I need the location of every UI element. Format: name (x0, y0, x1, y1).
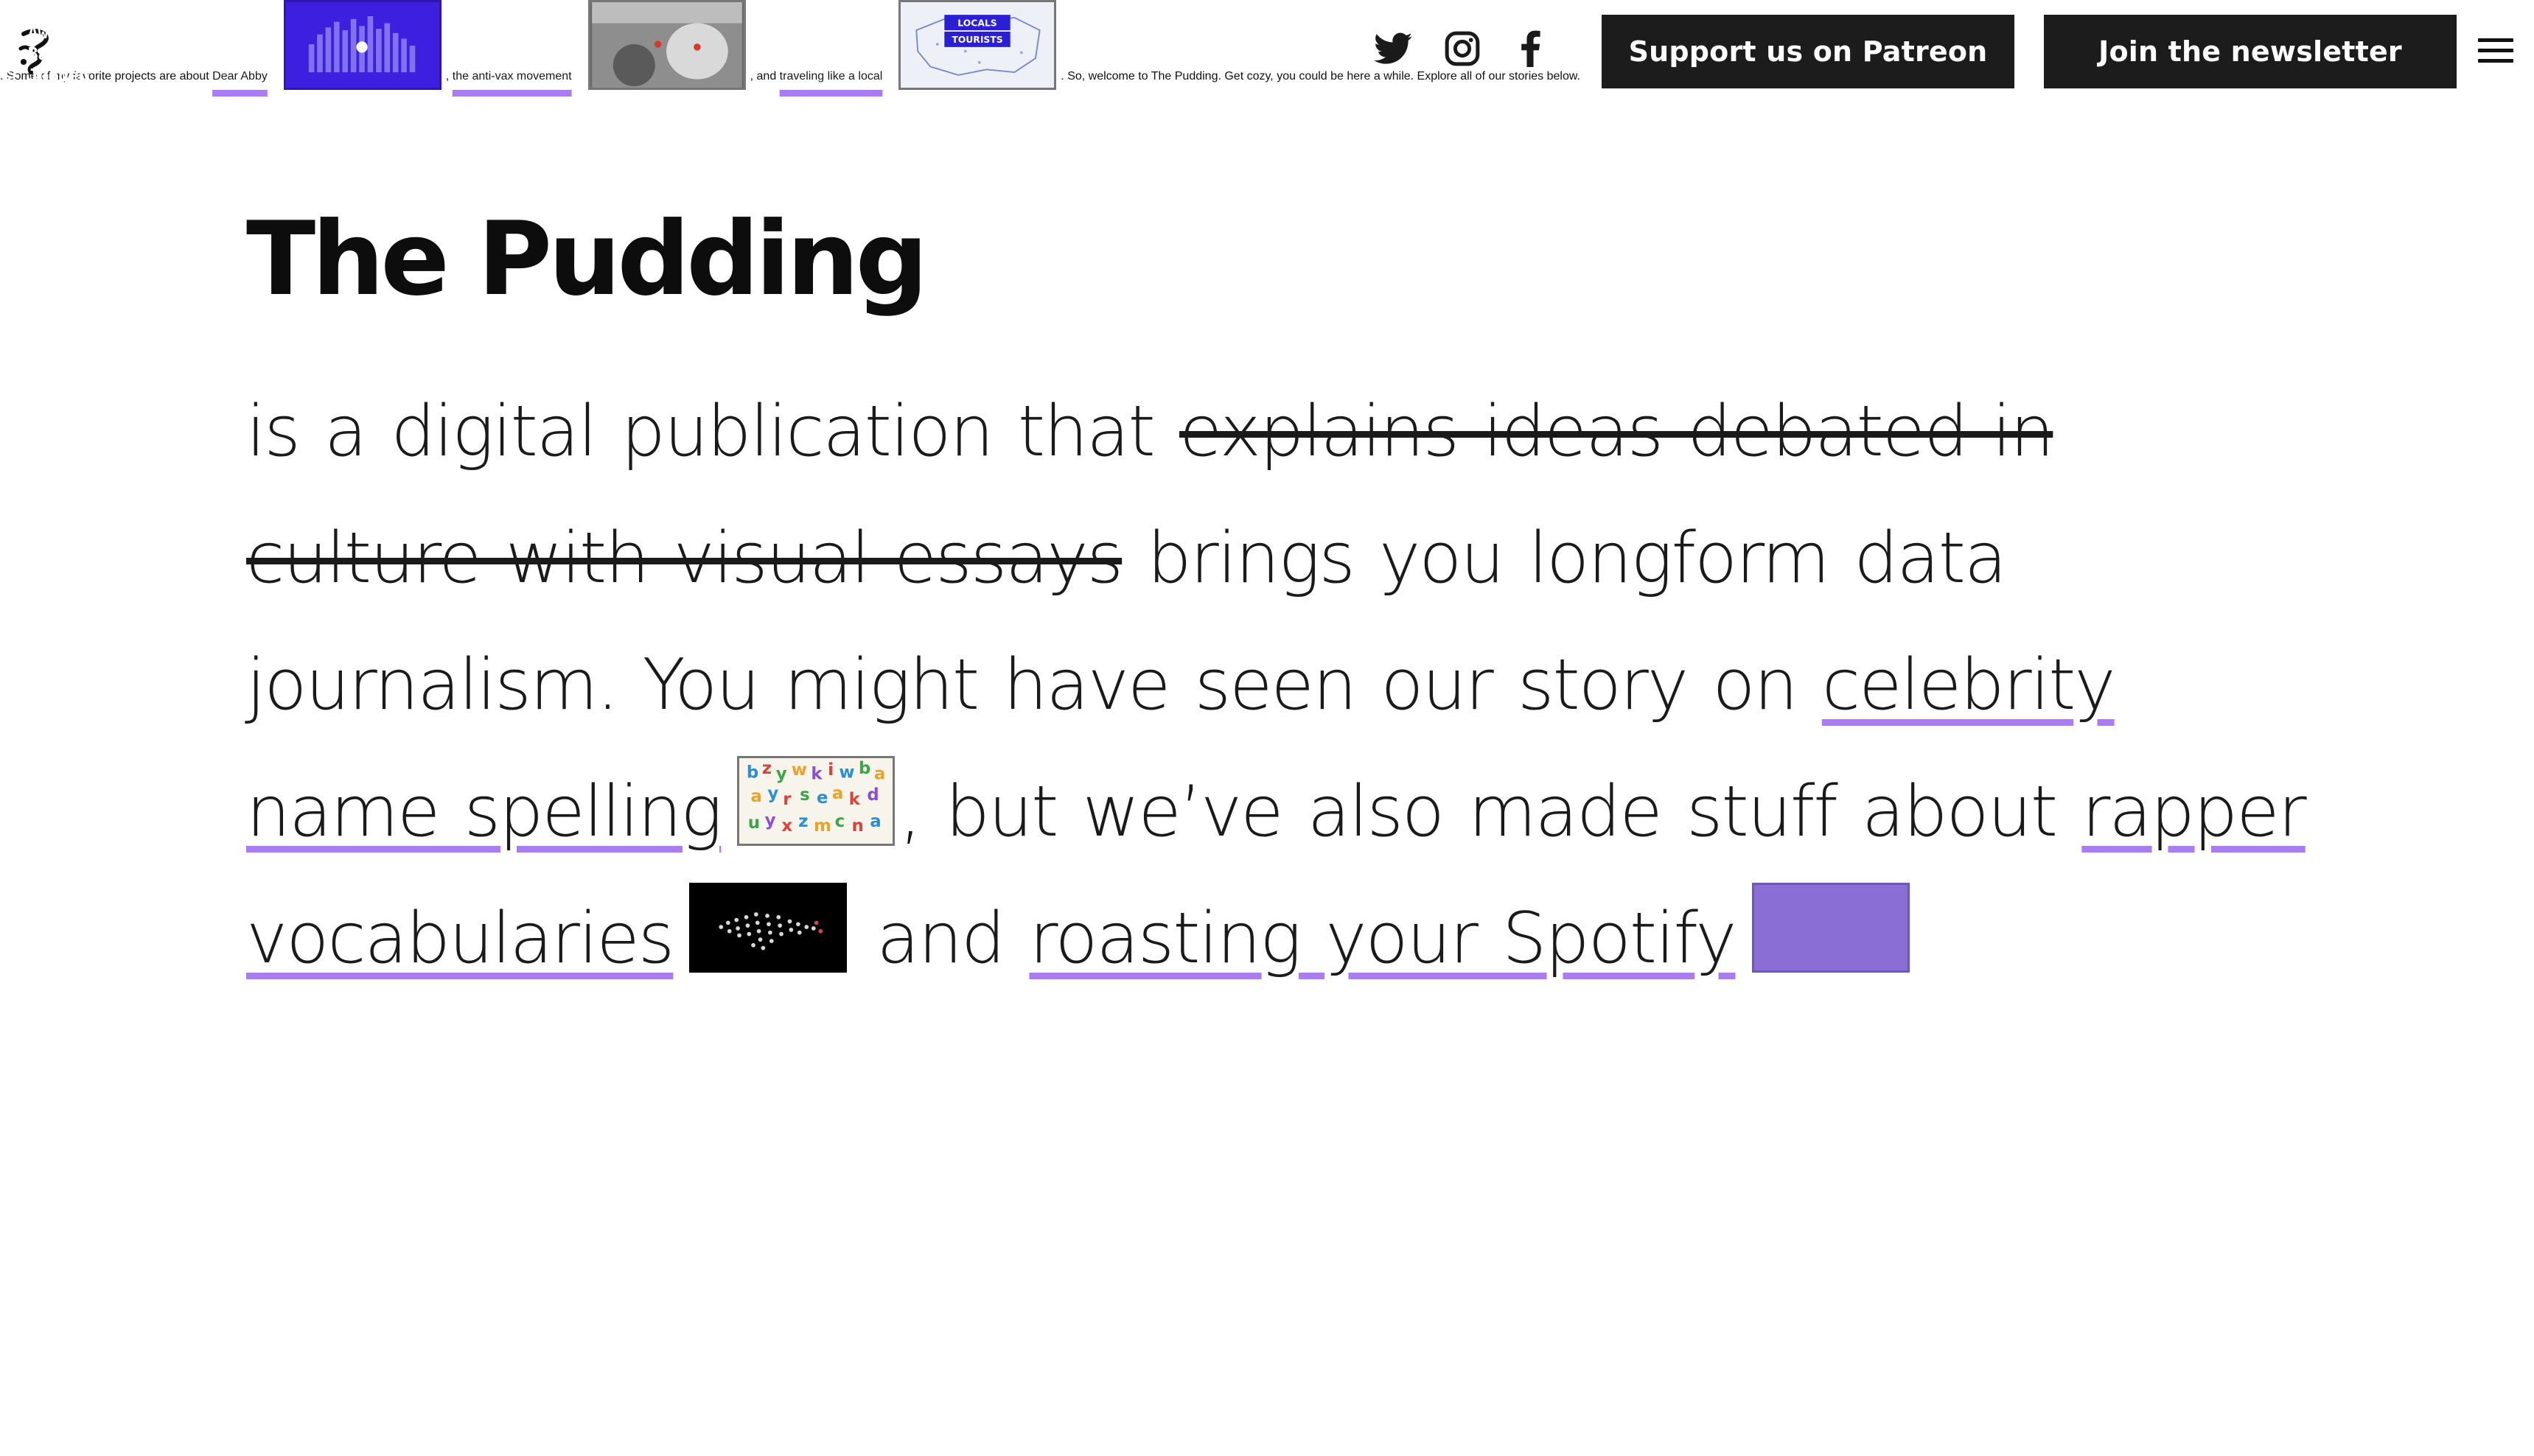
us-map-signs-image: LOCALS TOURISTS (915, 15, 1041, 76)
intro-paragraph: is a digital publication that explains i… (246, 368, 2310, 1002)
rapper-vocabularies-thumbnail[interactable] (689, 883, 848, 973)
traveling-local-thumbnail[interactable]: LOCALS TOURISTS (898, 0, 1057, 90)
svg-text:n: n (852, 816, 863, 836)
svg-text:u: u (748, 813, 759, 833)
svg-text:a: a (832, 784, 842, 803)
svg-text:w: w (792, 760, 807, 780)
join-newsletter-button[interactable]: Join the newsletter (2044, 15, 2457, 88)
instagram-link[interactable] (1440, 28, 1484, 69)
instagram-icon (1445, 31, 1480, 66)
story-link-anti-vax[interactable]: the anti-vax movement (453, 70, 572, 83)
dear-abby-thumbnail[interactable] (283, 0, 441, 90)
hamburger-menu-icon[interactable] (2478, 38, 2513, 68)
terminal-lines: > Bad > Awful > Basic > Judged (7, 2, 89, 85)
svg-text:x: x (782, 816, 793, 836)
intro-text: and (876, 898, 1006, 979)
svg-text:w: w (840, 763, 855, 783)
intro-text: , but we’ve also made stuff about (899, 771, 2058, 853)
svg-text:m: m (814, 816, 830, 836)
anti-vax-thumbnail[interactable] (587, 0, 746, 90)
colorful-letters-image: bzy wki wba ayr sea kd uyx zmc na (747, 759, 886, 836)
page-title: The Pudding (246, 200, 928, 318)
celebrity-names-thumbnail[interactable]: bzy wki wba ayr sea kd uyx zmc na (737, 756, 896, 846)
letters-stack-image (308, 16, 416, 73)
svg-text:k: k (849, 790, 861, 809)
svg-text:s: s (800, 785, 809, 805)
svg-text:LOCALS: LOCALS (958, 18, 997, 28)
svg-text:d: d (868, 785, 879, 805)
svg-text:a: a (751, 787, 761, 806)
intro-text: is a digital publication that (246, 391, 1156, 472)
svg-text:b: b (747, 763, 758, 783)
svg-text:r: r (783, 790, 792, 809)
svg-text:z: z (798, 812, 808, 831)
svg-text:b: b (859, 759, 870, 778)
support-patreon-button[interactable]: Support us on Patreon (1602, 15, 2014, 88)
story-link-traveling-local[interactable]: traveling like a local (780, 70, 883, 83)
svg-text:a: a (874, 765, 884, 784)
twitter-link[interactable] (1371, 28, 1415, 69)
rapper-dots-image (719, 912, 823, 951)
spotify-roast-thumbnail[interactable] (1751, 883, 1910, 973)
svg-text:a: a (870, 812, 880, 831)
intro-text: . So, welcome to The Pudding. Get cozy, … (1061, 70, 1580, 83)
facebook-icon (1521, 30, 1540, 67)
svg-text:c: c (835, 812, 844, 831)
story-link-roasting-spotify[interactable]: roasting your Spotify (1029, 898, 1737, 979)
svg-text:y: y (768, 784, 779, 803)
svg-text:k: k (811, 765, 823, 784)
svg-text:e: e (817, 788, 828, 808)
svg-text:z: z (762, 759, 772, 778)
intro-text: , and (750, 70, 777, 83)
anti-vax-photo-image (591, 2, 742, 88)
svg-text:i: i (828, 760, 832, 780)
intro-text: , (445, 70, 450, 83)
facebook-link[interactable] (1508, 28, 1552, 69)
story-link-dear-abby[interactable]: Dear Abby (212, 70, 268, 83)
svg-text:y: y (765, 811, 776, 830)
svg-text:TOURISTS: TOURISTS (952, 35, 1003, 45)
svg-text:y: y (776, 765, 787, 784)
twitter-icon (1374, 32, 1412, 64)
